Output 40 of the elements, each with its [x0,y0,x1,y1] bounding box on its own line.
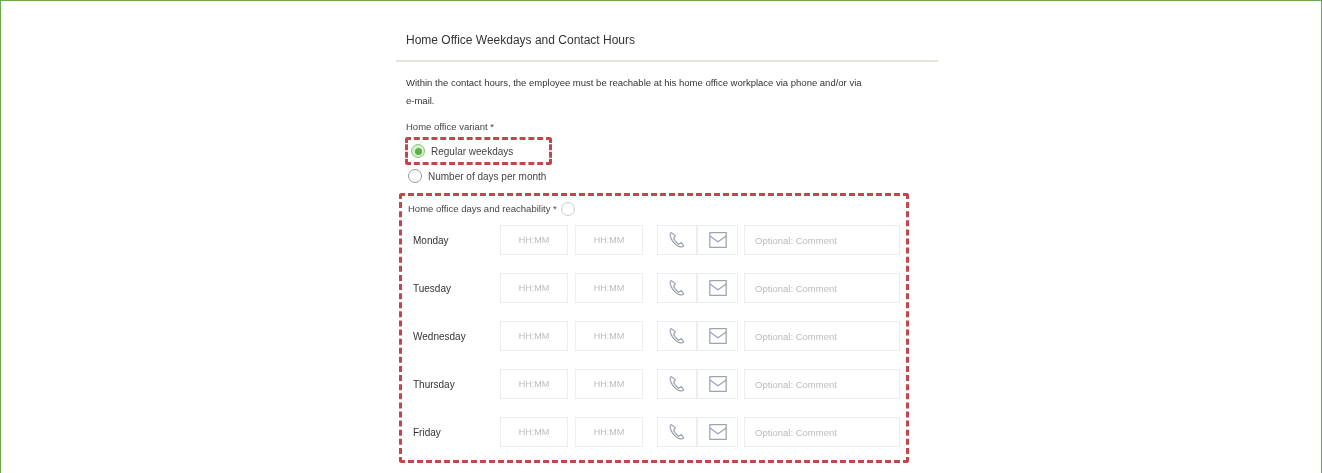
radio-option[interactable]: Number of days per month [408,168,547,184]
phone-toggle[interactable] [657,417,697,448]
description: Within the contact hours, the employee must be reachable at his home office workplace via phone and/or via e-mail. [405,76,863,108]
mail-toggle[interactable] [697,369,738,400]
day-label: Monday [412,233,450,248]
day-label: Tuesday [412,281,452,296]
field-label: Home office variant * [406,121,494,132]
start-time-field[interactable]: HH:MM [500,321,568,352]
mail-icon [707,375,728,394]
start-time-field[interactable]: HH:MM [500,369,568,400]
comment-field[interactable]: Optional: Comment [744,225,900,256]
mail-icon [707,231,728,250]
mail-icon [707,423,728,442]
comment-field[interactable]: Optional: Comment [744,321,900,352]
mail-icon [707,327,728,346]
end-time-field[interactable]: HH:MM [575,417,643,448]
mail-toggle[interactable] [697,321,738,352]
phone-toggle[interactable] [657,369,697,400]
end-time-field[interactable]: HH:MM [575,273,643,304]
comment-field[interactable]: Optional: Comment [744,417,900,448]
mail-toggle[interactable] [697,225,738,256]
mail-toggle[interactable] [697,273,738,304]
day-label: Thursday [412,377,456,392]
end-time-field[interactable]: HH:MM [575,369,643,400]
day-label: Wednesday [412,329,467,344]
phone-toggle[interactable] [657,321,697,352]
section-title: Home Office Weekdays and Contact Hours [406,33,635,47]
phone-toggle[interactable] [657,273,697,304]
end-time-field[interactable]: HH:MM [575,321,643,352]
field-label: Home office days and reachability * [408,202,557,216]
comment-field[interactable]: Optional: Comment [744,369,900,400]
start-time-field[interactable]: HH:MM [500,273,568,304]
day-label: Friday [412,425,442,440]
start-time-field[interactable]: HH:MM [500,225,568,256]
end-time-field[interactable]: HH:MM [575,225,643,256]
comment-field[interactable]: Optional: Comment [744,273,900,304]
start-time-field[interactable]: HH:MM [500,417,568,448]
mail-toggle[interactable] [697,417,738,448]
mail-icon [707,279,728,298]
phone-toggle[interactable] [657,225,697,256]
